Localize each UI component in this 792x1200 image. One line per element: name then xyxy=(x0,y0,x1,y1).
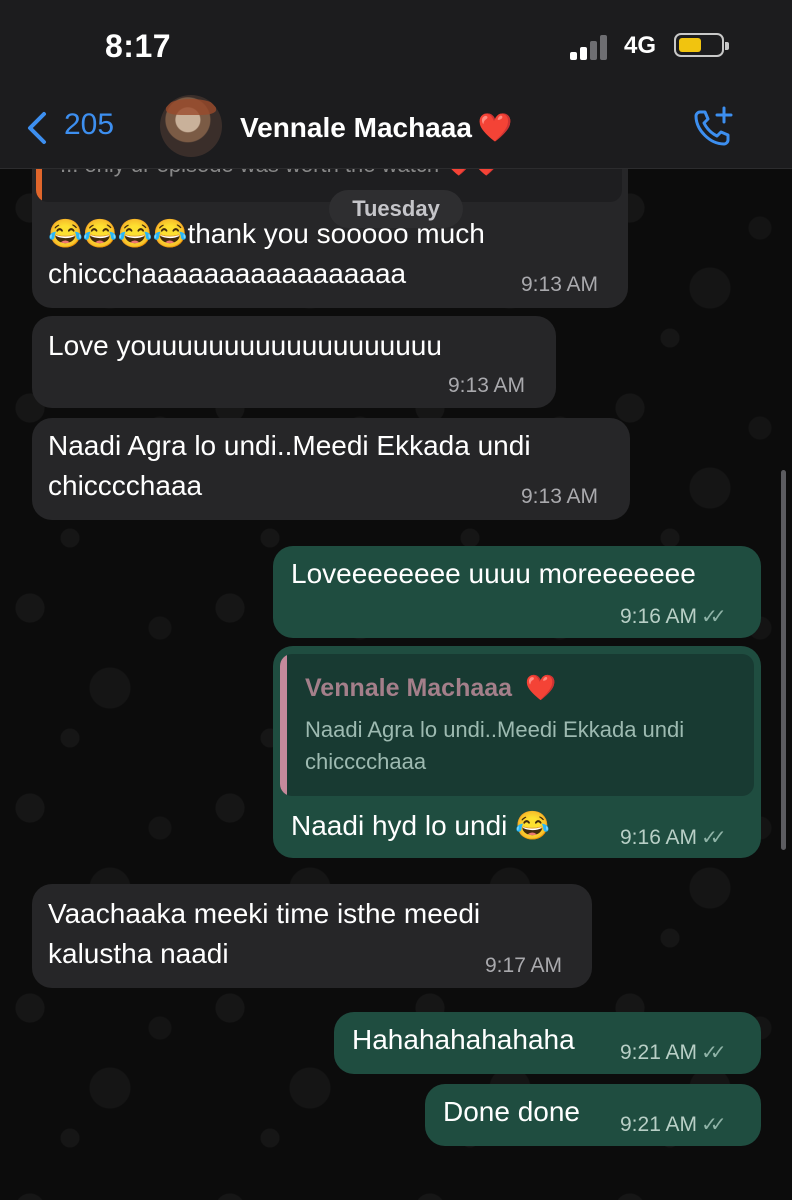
message-bubble[interactable]: Loveeeeeeee uuuu moreeeeeee 9:16 AM ✓✓ xyxy=(273,546,761,638)
avatar[interactable] xyxy=(160,95,222,157)
back-chevron-icon[interactable] xyxy=(22,108,52,148)
message-bubble[interactable]: Naadi Agra lo undi..Meedi Ekkada undi ch… xyxy=(32,418,630,520)
heart-icon: ❤️ xyxy=(477,112,513,143)
message-time: 9:21 AM ✓✓ xyxy=(620,1112,726,1137)
message-text: Loveeeeeeee uuuu moreeeeeee xyxy=(291,558,696,589)
chat-header: 8:17 4G 205 Vennale Machaaa ❤️ xyxy=(0,0,792,169)
contact-title[interactable]: Vennale Machaaa ❤️ xyxy=(240,111,513,144)
scrollbar-thumb[interactable] xyxy=(781,470,786,850)
back-unread-count[interactable]: 205 xyxy=(64,108,114,142)
message-text: 😂😂😂😂thank you sooooo much xyxy=(48,218,485,249)
signal-icon xyxy=(570,32,614,60)
message-text: Naadi Agra lo undi..Meedi Ekkada undi xyxy=(48,430,531,461)
message-time-text: 9:21 AM xyxy=(620,1113,698,1136)
reply-text: Naadi Agra lo undi..Meedi Ekkada undi ch… xyxy=(305,717,685,774)
message-text: Vaachaaka meeki time isthe meedi xyxy=(48,898,481,929)
message-time: 9:16 AM ✓✓ xyxy=(620,825,726,850)
message-time: 9:13 AM xyxy=(448,374,526,397)
message-text: chicccchaaa xyxy=(48,470,203,501)
read-ticks-icon: ✓✓ xyxy=(701,1042,726,1064)
message-bubble[interactable]: Done done 9:21 AM ✓✓ xyxy=(425,1084,761,1146)
reply-author: Vennale Machaaa ❤️ xyxy=(305,674,556,703)
reply-accent-bar xyxy=(280,654,287,796)
reply-author-name: Vennale Machaaa xyxy=(305,674,513,702)
add-call-icon[interactable] xyxy=(690,104,736,150)
message-time-text: 9:16 AM xyxy=(620,826,698,849)
battery-icon xyxy=(674,33,729,57)
message-text: Done done xyxy=(443,1096,581,1127)
message-time: 9:13 AM xyxy=(521,485,599,508)
message-time-text: 9:21 AM xyxy=(620,1041,698,1064)
status-time: 8:17 xyxy=(105,28,172,64)
read-ticks-icon: ✓✓ xyxy=(701,1114,726,1136)
read-ticks-icon: ✓✓ xyxy=(701,827,726,849)
message-text: chiccchaaaaaaaaaaaaaaaaa xyxy=(48,258,407,289)
message-bubble[interactable]: Hahahahahahaha 9:21 AM ✓✓ xyxy=(334,1012,761,1074)
message-text: Naadi hyd lo undi 😂 xyxy=(291,810,551,841)
reply-preview[interactable]: Vennale Machaaa ❤️ Naadi Agra lo undi..M… xyxy=(280,654,754,796)
network-type: 4G xyxy=(624,32,657,59)
message-text: Hahahahahahaha xyxy=(352,1024,575,1055)
read-ticks-icon: ✓✓ xyxy=(701,606,726,628)
message-text: kalustha naadi xyxy=(48,938,229,969)
heart-icon: ❤️ xyxy=(525,674,557,702)
contact-name: Vennale Machaaa xyxy=(240,112,472,143)
message-time: 9:17 AM xyxy=(485,954,563,977)
message-bubble[interactable]: Love youuuuuuuuuuuuuuuuuuu 9:13 AM xyxy=(32,316,556,408)
message-time-text: 9:16 AM xyxy=(620,605,698,628)
message-time: 9:13 AM xyxy=(521,273,599,296)
message-bubble[interactable]: Vaachaaka meeki time isthe meedi kalusth… xyxy=(32,884,592,988)
message-text: Love youuuuuuuuuuuuuuuuuuu xyxy=(48,330,442,361)
message-time: 9:16 AM ✓✓ xyxy=(620,604,726,629)
message-time: 9:21 AM ✓✓ xyxy=(620,1040,726,1065)
